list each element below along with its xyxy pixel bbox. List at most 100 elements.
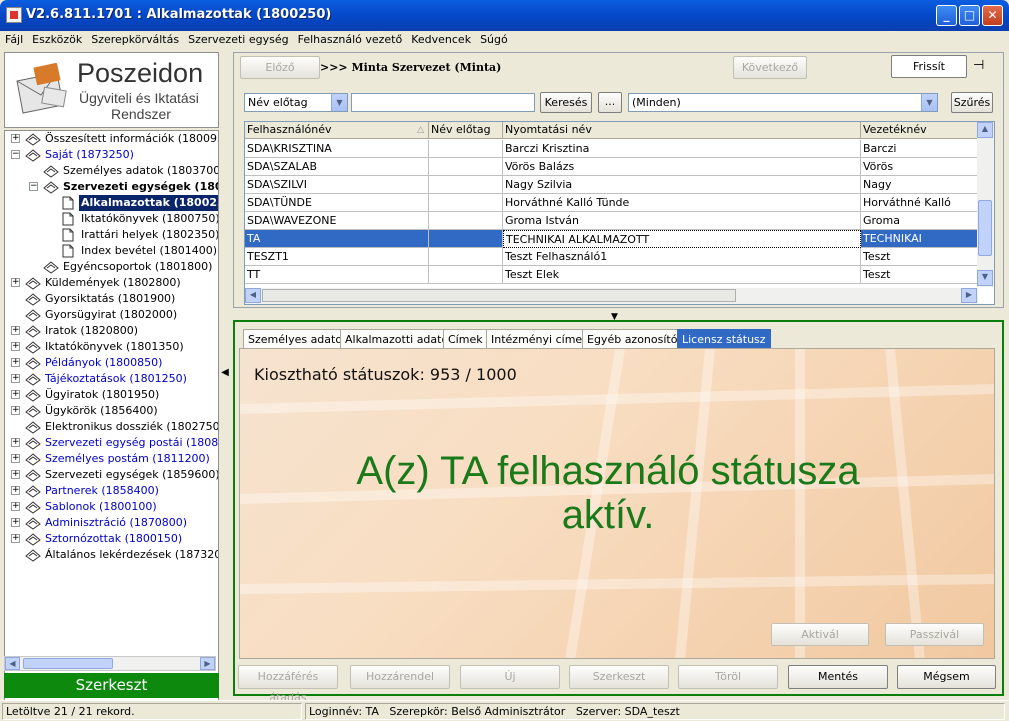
scroll-thumb[interactable] [978, 200, 992, 256]
table-row[interactable]: SDA\TÜNDE Horváthné Kalló Tünde Horváthné … [245, 194, 978, 212]
activate-button[interactable]: Aktivál [771, 623, 869, 646]
tab-license-status[interactable]: Licensz státusz [677, 329, 771, 348]
menu-role-switch[interactable]: Szerepkörváltás [86, 31, 183, 46]
expand-icon[interactable]: + [11, 470, 20, 479]
filter-field-select[interactable]: Név előtag ▼ [244, 93, 348, 112]
menu-tools[interactable]: Eszközök [27, 31, 86, 46]
tree-item[interactable]: − Saját (1873250) [5, 147, 218, 163]
maximize-button[interactable]: □ [959, 5, 980, 26]
next-button[interactable]: Következő [733, 56, 807, 79]
splitter-collapse-icon[interactable]: ◀ [221, 362, 229, 384]
grant-access-button[interactable]: Hozzáférés átadás [238, 665, 338, 704]
column-header-name-prefix[interactable]: Név előtag [429, 122, 503, 139]
tree-item[interactable]: + Szervezeti egység postái (1808000) [5, 435, 218, 451]
table-row[interactable]: SDA\SZILVI Nagy Szilvia Nagy [245, 176, 978, 194]
tab-addresses[interactable]: Címek [443, 329, 488, 348]
search-button[interactable]: Keresés [540, 92, 592, 113]
table-row[interactable]: SDA\WAVEZONE Groma István Groma [245, 212, 978, 230]
passivate-button[interactable]: Passzivál [885, 623, 984, 646]
tree-item[interactable]: + Példányok (1800850) [5, 355, 218, 371]
expand-icon[interactable]: + [11, 134, 20, 143]
tree-item[interactable]: Gyorsiktatás (1801900) [5, 291, 218, 307]
tree-item[interactable]: + Iratok (1820800) [5, 323, 218, 339]
expand-icon[interactable]: + [11, 374, 20, 383]
menu-org-unit[interactable]: Szervezeti egység [183, 31, 292, 46]
expand-icon[interactable]: + [11, 278, 20, 287]
tree-item[interactable]: + Sztornózottak (1800150) [5, 531, 218, 547]
search-input[interactable] [351, 93, 535, 112]
refresh-button[interactable]: Frissít [891, 55, 967, 78]
tree-item[interactable]: Irattári helyek (1802350) [5, 227, 218, 243]
tree-item[interactable]: + Szervezeti egységek (1859600) [5, 467, 218, 483]
table-row[interactable]: SDA\SZALAB Vörös Balázs Vörös [245, 158, 978, 176]
tree-item[interactable]: + Személyes postám (1811200) [5, 451, 218, 467]
tab-institution-addresses[interactable]: Intézményi címek [486, 329, 594, 348]
tree-item[interactable]: − Szervezeti egységek (1803 [5, 179, 218, 195]
table-vertical-scrollbar[interactable]: ▲ ▼ [977, 122, 994, 287]
menu-favorites[interactable]: Kedvencek [406, 31, 475, 46]
table-row[interactable]: SDA\KRISZTINA Barczi Krisztina Barczi [245, 140, 978, 158]
scroll-left-icon[interactable]: ◀ [245, 288, 261, 303]
tree-item[interactable]: Általános lekérdezések (1873200) [5, 547, 218, 563]
tree-item[interactable]: Elektronikus dossziék (1802750) [5, 419, 218, 435]
expand-icon[interactable]: + [11, 518, 20, 527]
assign-button[interactable]: Hozzárendel [350, 665, 450, 689]
tree-item[interactable]: + Partnerek (1858400) [5, 483, 218, 499]
chevron-down-icon[interactable]: ▼ [331, 94, 347, 111]
expand-icon[interactable]: + [11, 390, 20, 399]
browse-button[interactable]: ... [598, 92, 622, 113]
scroll-left-icon[interactable]: ◀ [5, 657, 20, 670]
tree-item[interactable]: Index bevétel (1801400) [5, 243, 218, 259]
chevron-down-icon[interactable]: ▼ [921, 94, 937, 111]
scroll-right-icon[interactable]: ▶ [961, 288, 977, 303]
scroll-down-icon[interactable]: ▼ [977, 270, 993, 286]
tree-item[interactable]: Személyes adatok (1803700) [5, 163, 218, 179]
tree-item[interactable]: + Iktatókönyvek (1801350) [5, 339, 218, 355]
scroll-thumb[interactable] [262, 289, 736, 302]
expand-icon[interactable]: + [11, 502, 20, 511]
column-header-print-name[interactable]: Nyomtatási név [503, 122, 861, 139]
scroll-up-icon[interactable]: ▲ [977, 122, 993, 138]
expand-icon[interactable]: + [11, 454, 20, 463]
edit-button[interactable]: Szerkeszt [569, 665, 669, 689]
tab-employee-data[interactable]: Alkalmazotti adatok [340, 329, 460, 348]
menu-file[interactable]: Fájl [0, 31, 27, 46]
collapse-icon[interactable]: − [11, 150, 20, 159]
edit-mode-button[interactable]: Szerkeszt [4, 673, 219, 698]
tree-item[interactable]: Egyéncsoportok (1801800) [5, 259, 218, 275]
filter-button[interactable]: Szűrés [951, 92, 993, 113]
tab-other-ids[interactable]: Egyéb azonosítók [582, 329, 689, 348]
menu-user-manager[interactable]: Felhasználó vezető [293, 31, 407, 46]
tree-item[interactable]: + Sablonok (1800100) [5, 499, 218, 515]
expand-icon[interactable]: + [11, 534, 20, 543]
save-button[interactable]: Mentés [788, 665, 888, 689]
expand-icon[interactable]: + [11, 358, 20, 367]
scope-select[interactable]: (Minden) ▼ [628, 93, 938, 112]
tree-item[interactable]: Iktatókönyvek (1800750) [5, 211, 218, 227]
tree-item[interactable]: + Összesített információk (1800950) [5, 131, 218, 147]
table-row[interactable]: TESZT1 Teszt Felhasználó1 Teszt [245, 248, 978, 266]
minimize-button[interactable]: _ [936, 5, 957, 26]
menu-help[interactable]: Súgó [475, 31, 512, 46]
tree-item[interactable]: + Tájékoztatások (1801250) [5, 371, 218, 387]
scroll-thumb[interactable] [23, 658, 113, 669]
column-header-username[interactable]: Felhasználónév △ [245, 122, 429, 139]
tree-horizontal-scrollbar[interactable]: ◀ ▶ [4, 656, 216, 671]
expand-icon[interactable]: + [11, 438, 20, 447]
tree-item[interactable]: Gyorsügyirat (1802000) [5, 307, 218, 323]
delete-button[interactable]: Töröl [678, 665, 778, 689]
scroll-right-icon[interactable]: ▶ [200, 657, 215, 670]
table-horizontal-scrollbar[interactable]: ◀ ▶ [245, 288, 978, 304]
expand-icon[interactable]: + [11, 326, 20, 335]
tree-item[interactable]: Alkalmazottak (1800250 [5, 195, 218, 211]
table-row[interactable]: TT Teszt Elek Teszt [245, 266, 978, 284]
tab-personal-data[interactable]: Személyes adatok [243, 329, 354, 348]
close-button[interactable]: ✕ [982, 5, 1003, 26]
pin-icon[interactable]: ⊣ [973, 58, 984, 73]
cancel-button[interactable]: Mégsem [897, 665, 996, 689]
tree-item[interactable]: + Küldemények (1802800) [5, 275, 218, 291]
new-button[interactable]: Új [460, 665, 560, 689]
previous-button[interactable]: Előző [240, 56, 320, 79]
expand-icon[interactable]: + [11, 486, 20, 495]
expand-icon[interactable]: + [11, 342, 20, 351]
